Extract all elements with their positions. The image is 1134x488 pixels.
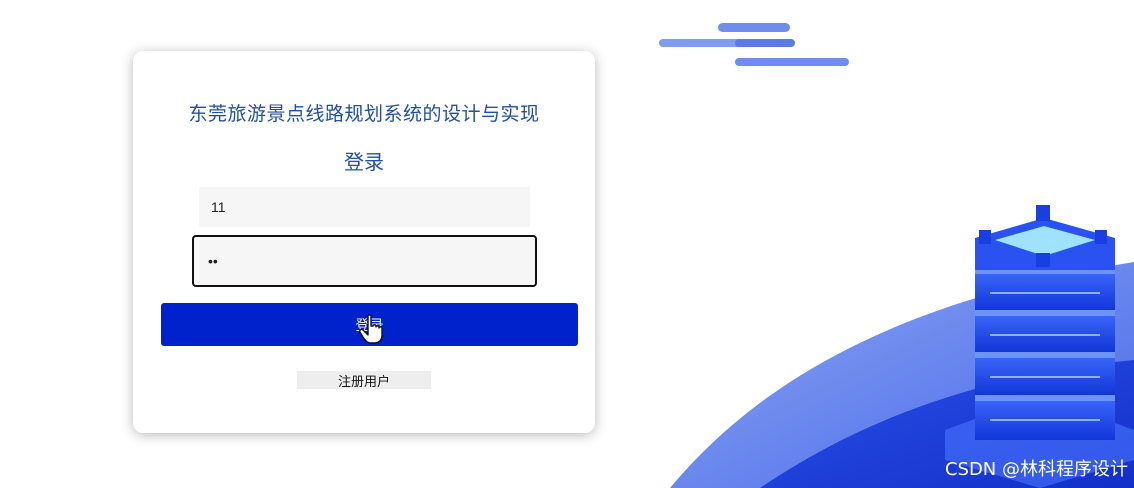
cloud-stripes-icon [659,23,849,66]
watermark: CSDN @林科程序设计 [944,459,1128,480]
hand-pointer-icon [359,314,383,344]
login-heading: 登录 [344,150,384,174]
system-title: 东莞旅游景点线路规划系统的设计与实现 [188,103,540,125]
password-input[interactable] [192,235,537,287]
register-button[interactable]: 注册用户 [297,371,431,390]
username-input[interactable] [199,187,530,227]
login-card: 东莞旅游景点线路规划系统的设计与实现 登录 登录 注册用户 [133,51,595,433]
